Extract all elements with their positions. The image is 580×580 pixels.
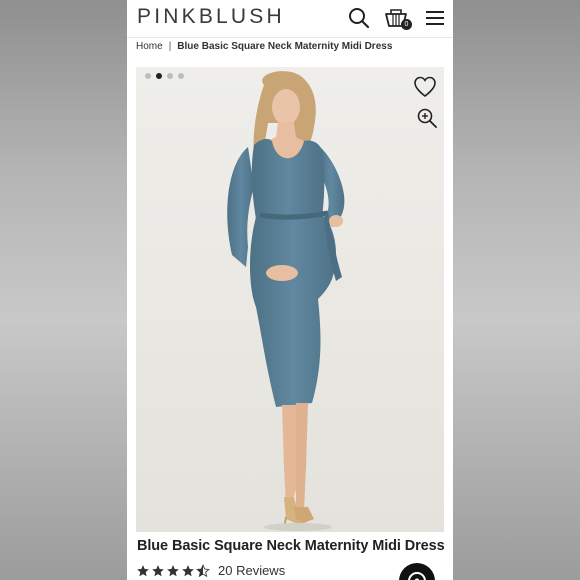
background-right bbox=[453, 0, 580, 580]
zoom-in-icon[interactable] bbox=[416, 107, 438, 129]
star-rating bbox=[136, 563, 210, 578]
breadcrumb-current: Blue Basic Square Neck Maternity Midi Dr… bbox=[177, 41, 393, 52]
reviews-count-link[interactable]: 20 Reviews bbox=[218, 563, 285, 578]
search-icon[interactable] bbox=[347, 6, 371, 30]
heart-icon[interactable] bbox=[413, 76, 437, 98]
mobile-page: PINKBLUSH 0 Home | Blue Basic Square Neck … bbox=[127, 0, 453, 580]
gallery-dot[interactable] bbox=[178, 73, 184, 79]
gallery-dot[interactable] bbox=[145, 73, 151, 79]
star-full-icon bbox=[182, 564, 194, 576]
site-header: PINKBLUSH 0 bbox=[127, 0, 453, 36]
rating-row[interactable]: 20 Reviews bbox=[136, 563, 285, 578]
product-title: Blue Basic Square Neck Maternity Midi Dr… bbox=[137, 538, 445, 554]
breadcrumb-home-link[interactable]: Home bbox=[136, 41, 163, 52]
gallery-dot[interactable] bbox=[167, 73, 173, 79]
gallery-dots bbox=[145, 73, 184, 79]
product-photo bbox=[136, 67, 444, 532]
chat-icon bbox=[408, 572, 426, 580]
star-half-icon bbox=[196, 563, 210, 577]
background-left bbox=[0, 0, 127, 580]
product-image-gallery[interactable] bbox=[136, 67, 444, 532]
menu-icon[interactable] bbox=[423, 6, 447, 30]
chat-button[interactable] bbox=[399, 563, 435, 580]
breadcrumb: Home | Blue Basic Square Neck Maternity Mi… bbox=[136, 41, 392, 52]
star-full-icon bbox=[152, 564, 164, 576]
star-full-icon bbox=[137, 564, 149, 576]
breadcrumb-separator: | bbox=[168, 41, 172, 52]
header-divider bbox=[127, 37, 453, 38]
cart-count-badge: 0 bbox=[401, 19, 412, 30]
star-full-icon bbox=[167, 564, 179, 576]
gallery-dot-active[interactable] bbox=[156, 73, 162, 79]
brand-logo[interactable]: PINKBLUSH bbox=[137, 5, 285, 29]
